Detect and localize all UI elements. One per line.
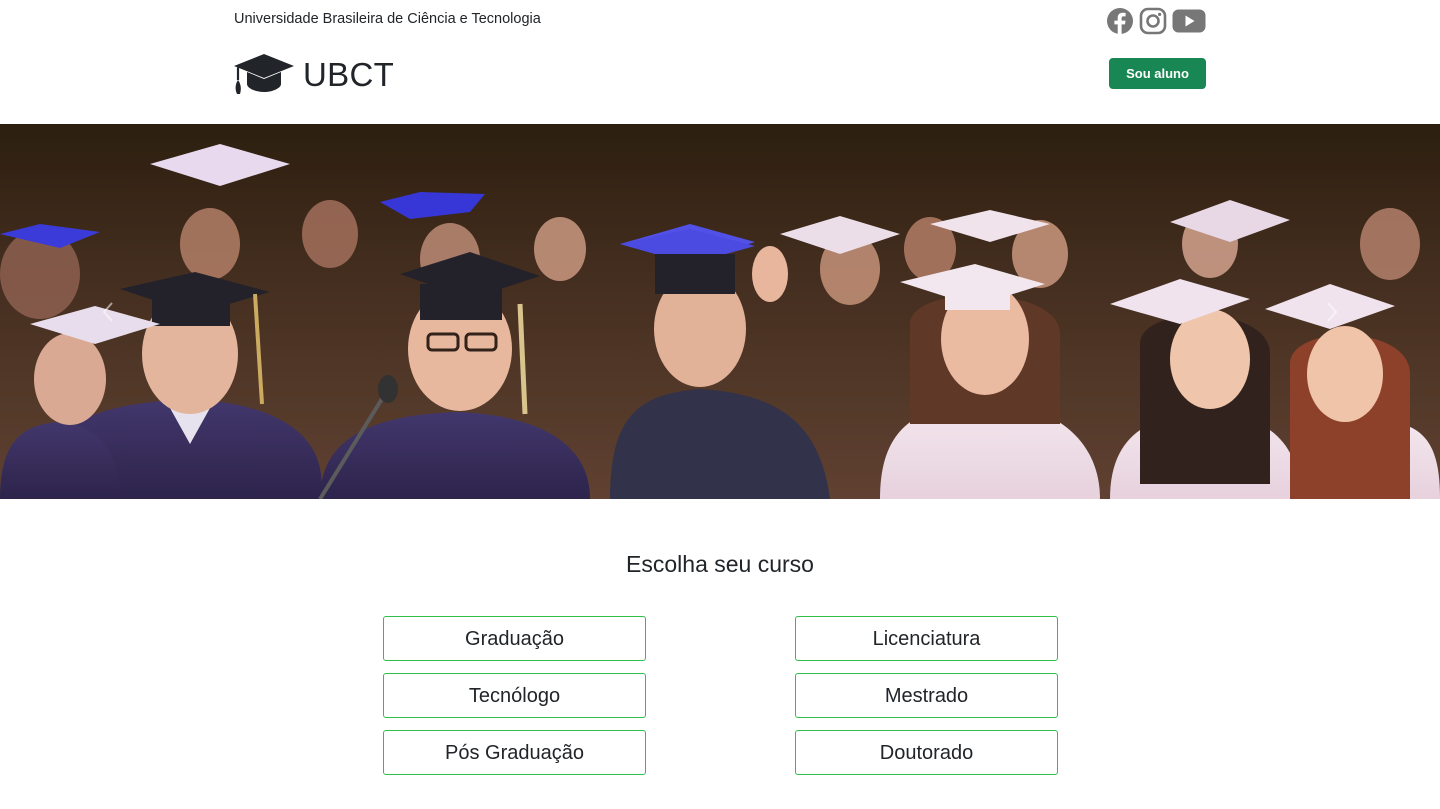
carousel-previous-button[interactable] [73, 274, 143, 349]
youtube-icon[interactable] [1172, 7, 1206, 40]
courses-section-title: Escolha seu curso [626, 551, 814, 577]
hero-carousel [0, 124, 1440, 499]
course-mestrado-button[interactable]: Mestrado [795, 673, 1058, 718]
course-licenciatura-button[interactable]: Licenciatura [795, 616, 1058, 661]
course-graduacao-button[interactable]: Graduação [383, 616, 646, 661]
social-links [1106, 7, 1206, 40]
chevron-right-icon [1327, 301, 1338, 322]
brand-name: UBCT [303, 55, 395, 93]
university-full-name: Universidade Brasileira de Ciência e Tec… [234, 11, 541, 27]
student-login-button[interactable]: Sou aluno [1109, 58, 1206, 89]
graduation-cap-icon [234, 54, 294, 94]
course-tecnologo-button[interactable]: Tecnólogo [383, 673, 646, 718]
facebook-icon[interactable] [1106, 7, 1134, 40]
graduates-photo [0, 124, 1440, 499]
course-pos-graduacao-button[interactable]: Pós Graduação [383, 730, 646, 775]
carousel-next-button[interactable] [1297, 274, 1367, 349]
chevron-left-icon [102, 301, 113, 322]
site-header: Universidade Brasileira de Ciência e Tec… [0, 0, 1440, 124]
brand-home-link[interactable]: UBCT [233, 52, 394, 96]
course-doutorado-button[interactable]: Doutorado [795, 730, 1058, 775]
instagram-icon[interactable] [1139, 7, 1167, 40]
